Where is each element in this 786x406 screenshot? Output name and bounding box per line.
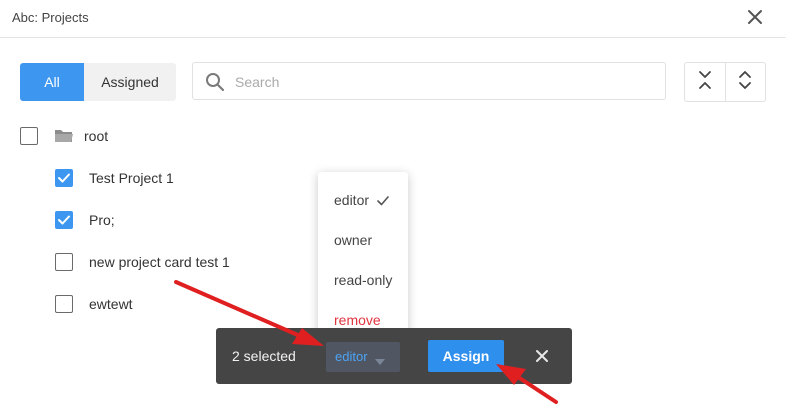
project-label: ewtewt: [89, 296, 133, 312]
role-select[interactable]: editor: [326, 342, 400, 372]
role-option-remove[interactable]: remove: [334, 312, 381, 328]
dialog-header: Abc: Projects: [0, 0, 786, 38]
project-checkbox[interactable]: [55, 211, 73, 229]
check-icon: [58, 173, 70, 183]
collapse-all-button[interactable]: [685, 63, 725, 101]
role-dropdown-menu: editor owner read-only remove: [318, 172, 408, 340]
collapse-all-icon: [698, 70, 712, 95]
role-option-owner[interactable]: owner: [334, 232, 372, 248]
folder-icon: [54, 128, 74, 144]
filter-all-button[interactable]: All: [20, 63, 84, 101]
role-option-editor[interactable]: editor: [334, 192, 369, 208]
filter-toggle: All Assigned: [20, 63, 176, 101]
bulk-action-bar: 2 selected editor Assign: [216, 328, 572, 384]
root-label: root: [84, 128, 109, 144]
role-option-read-only[interactable]: read-only: [334, 272, 392, 288]
close-icon[interactable]: [744, 6, 766, 28]
selected-count: 2 selected: [232, 348, 296, 364]
filter-assigned-button[interactable]: Assigned: [84, 63, 176, 101]
project-checkbox[interactable]: [55, 253, 73, 271]
search-icon: [205, 72, 225, 92]
close-icon[interactable]: [534, 348, 550, 364]
check-icon: [376, 194, 390, 213]
project-checkbox[interactable]: [55, 169, 73, 187]
tree-expand-controls: [684, 62, 766, 102]
expand-all-icon: [738, 70, 752, 95]
search-box: [192, 62, 666, 101]
expand-all-button[interactable]: [724, 63, 766, 101]
role-select-value: editor: [335, 349, 368, 364]
search-input[interactable]: [233, 63, 657, 101]
project-label: Pro;: [89, 212, 115, 228]
check-icon: [58, 215, 70, 225]
dialog-title: Abc: Projects: [12, 10, 89, 25]
root-checkbox[interactable]: [20, 127, 38, 145]
caret-down-icon: [375, 352, 385, 370]
assign-button[interactable]: Assign: [428, 340, 504, 372]
project-label: new project card test 1: [89, 254, 230, 270]
project-label: Test Project 1: [89, 170, 174, 186]
role-option-label: editor: [334, 192, 370, 208]
project-checkbox[interactable]: [55, 295, 73, 313]
